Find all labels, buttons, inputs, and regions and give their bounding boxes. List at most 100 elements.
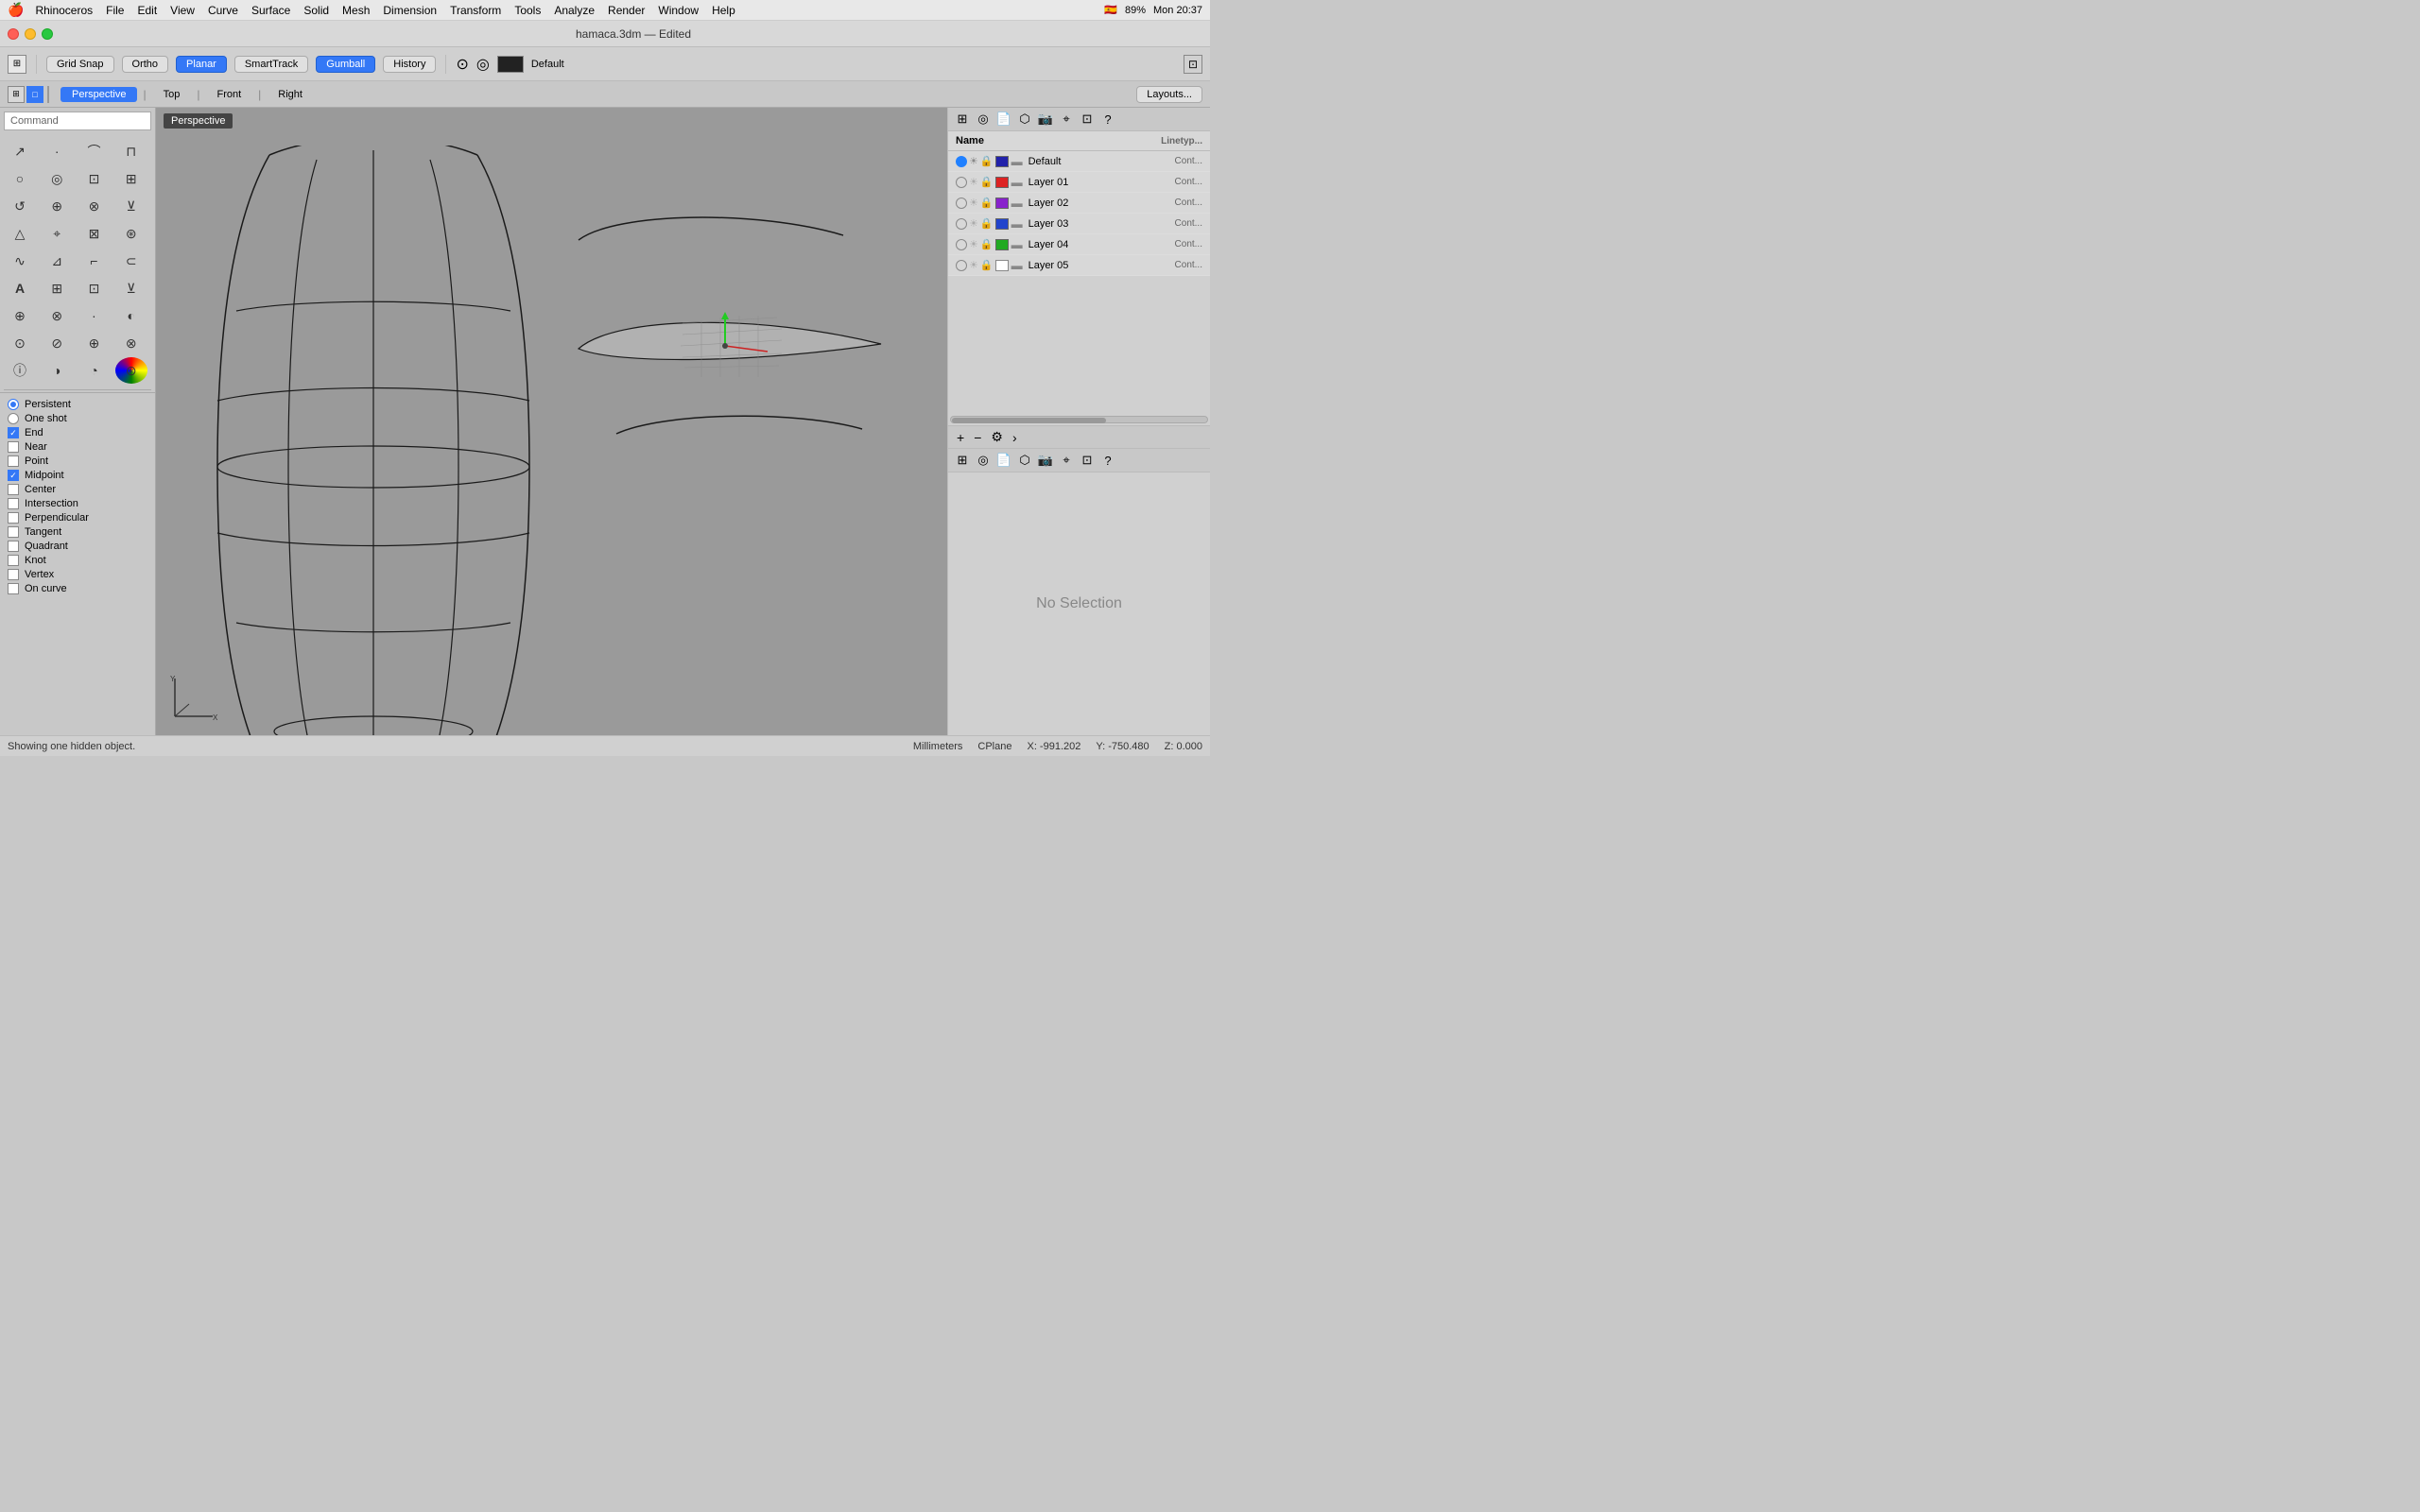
zoom-tool[interactable]: ⊙ — [4, 330, 36, 356]
menu-surface[interactable]: Surface — [251, 4, 290, 17]
extend-tool[interactable]: ⌐ — [78, 248, 111, 274]
curve-tool[interactable]: ⌒ — [78, 138, 111, 164]
layer-lock-icon[interactable]: 🔒 — [980, 155, 994, 167]
cplane-label[interactable]: CPlane — [977, 741, 1011, 752]
circle-target-icon[interactable]: ◎ — [476, 55, 490, 74]
grid-snap-button[interactable]: Grid Snap — [46, 56, 114, 73]
snap-checkbox-center[interactable] — [8, 484, 19, 495]
apple-menu[interactable]: 🍎 — [8, 2, 24, 18]
render2-icon[interactable]: 📷 — [1037, 452, 1054, 469]
viewport-single-icon[interactable]: □ — [26, 86, 43, 103]
layer-scrollbar[interactable] — [950, 416, 1208, 423]
zoom-in-tool[interactable]: ⊕ — [78, 330, 111, 356]
menu-window[interactable]: Window — [658, 4, 699, 17]
snap-item-vertex[interactable]: Vertex — [8, 569, 147, 580]
history-button[interactable]: History — [383, 56, 436, 73]
notes2-icon[interactable]: 📄 — [995, 452, 1012, 469]
snap-tool[interactable]: ⊕ — [4, 302, 36, 329]
layer-linetype-04[interactable]: ▬ — [1011, 238, 1023, 251]
snap-item-midpoint[interactable]: Midpoint — [8, 470, 147, 481]
help-icon[interactable]: ? — [1099, 111, 1116, 128]
menu-solid[interactable]: Solid — [303, 4, 329, 17]
snap-checkbox-perpendicular[interactable] — [8, 512, 19, 524]
layer-linetype-default[interactable]: ▬ — [1011, 155, 1023, 168]
move-tool[interactable]: ⊕ — [41, 193, 73, 219]
menu-file[interactable]: File — [106, 4, 124, 17]
layer-03-sun[interactable]: ☀ — [969, 217, 978, 230]
split-tool[interactable]: ⊂ — [115, 248, 147, 274]
array-tool[interactable]: ⊞ — [41, 275, 73, 301]
layer-04-lock[interactable]: 🔒 — [980, 238, 994, 250]
snap-item-quadrant[interactable]: Quadrant — [8, 541, 147, 552]
viewport-layout-icon[interactable]: ⊞ — [8, 86, 25, 103]
layer-active-dot[interactable] — [956, 156, 967, 167]
text-tool[interactable]: A — [4, 275, 36, 301]
snap-item-persistent[interactable]: Persistent — [8, 399, 147, 410]
trim-tool[interactable]: △ — [4, 220, 36, 247]
layer-linetype-05[interactable]: ▬ — [1011, 259, 1023, 272]
select-tool[interactable]: ↗ — [4, 138, 36, 164]
boolean-tool[interactable]: ⊛ — [115, 220, 147, 247]
object2-icon[interactable]: ⬡ — [1016, 452, 1033, 469]
gumball-button[interactable]: Gumball — [316, 56, 375, 73]
layer-05-dot[interactable] — [956, 260, 967, 271]
menu-mesh[interactable]: Mesh — [342, 4, 370, 17]
rotate-tool[interactable]: ↺ — [4, 193, 36, 219]
menu-rhinoceros[interactable]: Rhinoceros — [35, 4, 93, 17]
remove-layer-button[interactable]: − — [971, 430, 984, 445]
layer-color-01[interactable] — [995, 177, 1009, 188]
menu-render[interactable]: Render — [608, 4, 645, 17]
add-layer-button[interactable]: + — [954, 430, 967, 445]
offset-tool[interactable]: ⊿ — [41, 248, 73, 274]
smart-track-button[interactable]: SmartTrack — [234, 56, 308, 73]
snap-item-near[interactable]: Near — [8, 441, 147, 453]
mesh-icon[interactable]: ⌖ — [1058, 111, 1075, 128]
layer-row-02[interactable]: ☀ 🔒 ▬ Layer 02 Cont... — [948, 193, 1210, 214]
lock-tool[interactable]: ∙ — [78, 302, 111, 329]
mesh2-icon[interactable]: ⌖ — [1058, 452, 1075, 469]
layer-02-dot[interactable] — [956, 198, 967, 209]
tab-front[interactable]: Front — [205, 87, 252, 102]
layer-color-04[interactable] — [995, 239, 1009, 250]
layout-icon-1[interactable]: ⊡ — [1184, 55, 1202, 74]
close-button[interactable] — [8, 28, 19, 40]
layer-row-01[interactable]: ☀ 🔒 ▬ Layer 01 Cont... — [948, 172, 1210, 193]
snap-item-perpendicular[interactable]: Perpendicular — [8, 512, 147, 524]
layer-05-sun[interactable]: ☀ — [969, 259, 978, 271]
render-icon[interactable]: 📷 — [1037, 111, 1054, 128]
menu-view[interactable]: View — [170, 4, 195, 17]
point-tool[interactable]: · — [41, 138, 73, 164]
snap-item-point[interactable]: Point — [8, 455, 147, 467]
layer-linetype-01[interactable]: ▬ — [1011, 176, 1023, 189]
maximize-button[interactable] — [42, 28, 53, 40]
snap-checkbox-end[interactable] — [8, 427, 19, 438]
color-picker[interactable]: ⊛ — [115, 357, 147, 384]
menu-transform[interactable]: Transform — [450, 4, 501, 17]
notes-icon[interactable]: 📄 — [995, 111, 1012, 128]
layers-icon[interactable]: ⊞ — [954, 111, 971, 128]
command-input[interactable]: Command — [4, 112, 151, 130]
info-tool[interactable]: ⓘ — [4, 357, 36, 384]
snap-item-knot[interactable]: Knot — [8, 555, 147, 566]
layer-05-lock[interactable]: 🔒 — [980, 259, 994, 271]
layer-chevron-button[interactable]: › — [1010, 430, 1020, 445]
display-icon[interactable]: ⊡ — [1079, 111, 1096, 128]
join-tool[interactable]: ⌖ — [41, 220, 73, 247]
minimize-button[interactable] — [25, 28, 36, 40]
snap-item-tangent[interactable]: Tangent — [8, 526, 147, 538]
layer-sun-icon[interactable]: ☀ — [969, 155, 978, 167]
menu-curve[interactable]: Curve — [208, 4, 238, 17]
mirror-tool[interactable]: ⊻ — [115, 193, 147, 219]
explode-tool[interactable]: ⊠ — [78, 220, 111, 247]
layer-color-05[interactable] — [995, 260, 1009, 271]
menu-tools[interactable]: Tools — [514, 4, 541, 17]
tab-top[interactable]: Top — [152, 87, 192, 102]
snap-item-end[interactable]: End — [8, 427, 147, 438]
layer-linetype-02[interactable]: ▬ — [1011, 197, 1023, 210]
properties2-icon[interactable]: ◎ — [975, 452, 992, 469]
snap-checkbox-vertex[interactable] — [8, 569, 19, 580]
display2-icon[interactable]: ⊡ — [1079, 452, 1096, 469]
snap-checkbox-tangent[interactable] — [8, 526, 19, 538]
snap-target-icon[interactable]: ⊙ — [456, 55, 468, 74]
layer-linetype-03[interactable]: ▬ — [1011, 217, 1023, 231]
